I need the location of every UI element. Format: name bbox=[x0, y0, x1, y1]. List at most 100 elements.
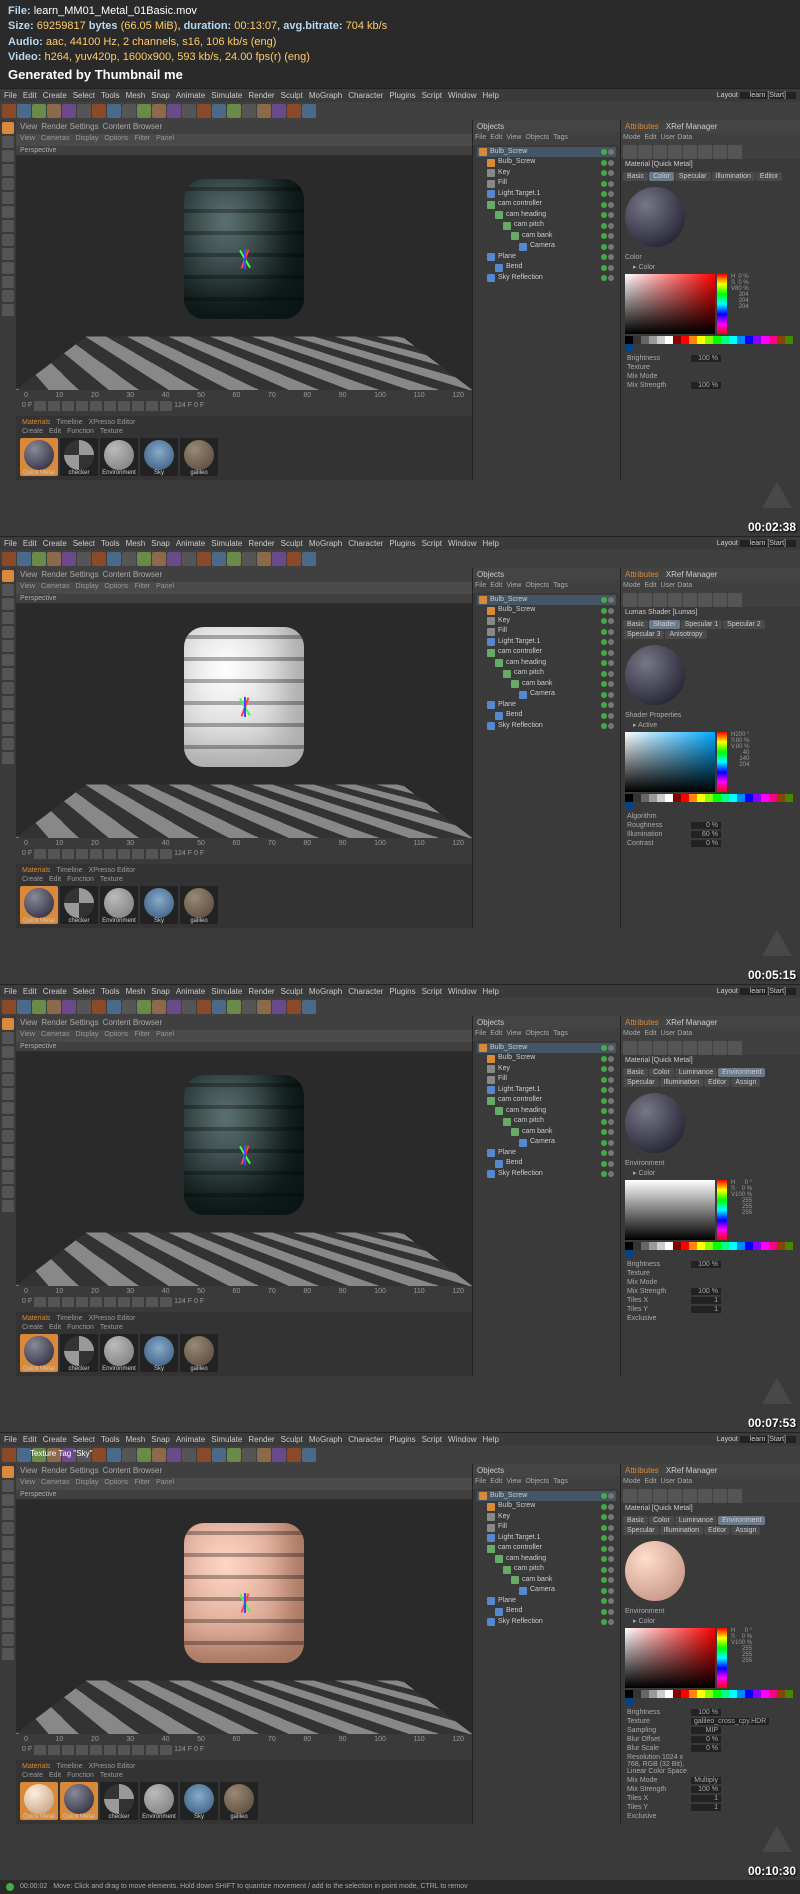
param-mix-strength[interactable]: Mix Strength100 % bbox=[625, 1785, 796, 1794]
left-tool[interactable] bbox=[2, 1522, 14, 1534]
tree-item-bulb_screw[interactable]: Bulb_Screw bbox=[477, 595, 616, 606]
attr-tab-specular[interactable]: Specular bbox=[623, 1078, 659, 1087]
obj-tab-tags[interactable]: Tags bbox=[553, 1478, 568, 1488]
toolbar-button[interactable] bbox=[272, 1000, 286, 1014]
color-swatch[interactable] bbox=[673, 794, 681, 802]
vp-sub-cameras[interactable]: Cameras bbox=[41, 1479, 69, 1489]
attr-tool-button[interactable] bbox=[683, 593, 697, 607]
vp-sub-panel[interactable]: Panel bbox=[156, 583, 174, 593]
viewport-3d[interactable] bbox=[16, 155, 472, 390]
attr-sub-edit[interactable]: Edit bbox=[645, 582, 657, 592]
left-tool[interactable] bbox=[2, 584, 14, 596]
3d-object[interactable] bbox=[184, 1523, 304, 1663]
color-swatch[interactable] bbox=[785, 336, 793, 344]
left-tool[interactable] bbox=[2, 570, 14, 582]
color-swatch[interactable] bbox=[721, 1690, 729, 1698]
attr-tab-editor[interactable]: Editor bbox=[756, 172, 782, 181]
menu-simulate[interactable]: Simulate bbox=[211, 539, 242, 548]
obj-tab-view[interactable]: View bbox=[506, 1030, 521, 1040]
hue-slider[interactable] bbox=[717, 732, 727, 792]
attr-tool-button[interactable] bbox=[683, 145, 697, 159]
mat-menu-edit[interactable]: Edit bbox=[49, 428, 61, 435]
color-swatch[interactable] bbox=[625, 1250, 633, 1258]
menu-sculpt[interactable]: Sculpt bbox=[281, 987, 303, 996]
color-swatch[interactable] bbox=[745, 336, 753, 344]
tree-item-cam-pitch[interactable]: cam pitch bbox=[477, 668, 616, 679]
param-tiles-y[interactable]: Tiles Y1 bbox=[625, 1305, 796, 1314]
toolbar-button[interactable] bbox=[47, 104, 61, 118]
tree-item-sky-reflection[interactable]: Sky Reflection bbox=[477, 1169, 616, 1180]
timeline-control-button[interactable] bbox=[90, 401, 102, 411]
attr-tab-illumination[interactable]: Illumination bbox=[660, 1526, 703, 1535]
tree-item-cam-heading[interactable]: cam heading bbox=[477, 658, 616, 669]
timeline-control-button[interactable] bbox=[160, 1297, 172, 1307]
timeline-control-button[interactable] bbox=[104, 1745, 116, 1755]
toolbar-button[interactable] bbox=[227, 552, 241, 566]
attr-tab-luminance[interactable]: Luminance bbox=[675, 1516, 717, 1525]
vp-sub-panel[interactable]: Panel bbox=[156, 135, 174, 145]
attr-tool-button[interactable] bbox=[728, 593, 742, 607]
attr-sub-mode[interactable]: Mode bbox=[623, 582, 641, 592]
color-swatch[interactable] bbox=[769, 336, 777, 344]
timeline-control-button[interactable] bbox=[118, 1745, 130, 1755]
color-field[interactable] bbox=[625, 274, 715, 334]
left-tool[interactable] bbox=[2, 304, 14, 316]
left-tool[interactable] bbox=[2, 164, 14, 176]
menu-animate[interactable]: Animate bbox=[176, 1435, 205, 1444]
mat-menu-edit[interactable]: Edit bbox=[49, 1772, 61, 1779]
param-tiles-x[interactable]: Tiles X1 bbox=[625, 1296, 796, 1305]
toolbar-button[interactable] bbox=[227, 1448, 241, 1462]
menu-mograph[interactable]: MoGraph bbox=[309, 1435, 342, 1444]
timeline-control-button[interactable] bbox=[76, 1745, 88, 1755]
color-swatch[interactable] bbox=[633, 1690, 641, 1698]
timeline-control-button[interactable] bbox=[90, 1745, 102, 1755]
attr-tool-button[interactable] bbox=[623, 593, 637, 607]
param-brightness[interactable]: Brightness100 % bbox=[625, 1708, 796, 1717]
toolbar-button[interactable] bbox=[182, 104, 196, 118]
attr-tab-specular[interactable]: Specular bbox=[675, 172, 711, 181]
attr-tool-button[interactable] bbox=[728, 1041, 742, 1055]
left-tool[interactable] bbox=[2, 640, 14, 652]
tree-item-bend[interactable]: Bend bbox=[477, 1158, 616, 1169]
color-swatch[interactable] bbox=[769, 794, 777, 802]
toolbar-button[interactable] bbox=[137, 1448, 151, 1462]
toolbar-button[interactable] bbox=[77, 1000, 91, 1014]
toolbar-button[interactable] bbox=[17, 552, 31, 566]
color-swatch[interactable] bbox=[641, 1242, 649, 1250]
menu-file[interactable]: File bbox=[4, 91, 17, 100]
obj-tab-objects[interactable]: Objects bbox=[525, 1030, 549, 1040]
color-swatch[interactable] bbox=[625, 1690, 633, 1698]
left-tool[interactable] bbox=[2, 1634, 14, 1646]
attr-tool-button[interactable] bbox=[713, 1041, 727, 1055]
timeline[interactable]: 0102030405060708090100110120 0 F124 F0 F bbox=[16, 1734, 472, 1760]
tree-item-fill[interactable]: Fill bbox=[477, 1522, 616, 1533]
color-swatch[interactable] bbox=[705, 336, 713, 344]
toolbar-button[interactable] bbox=[242, 552, 256, 566]
color-swatch[interactable] bbox=[729, 794, 737, 802]
color-swatch[interactable] bbox=[633, 1242, 641, 1250]
color-swatch[interactable] bbox=[745, 794, 753, 802]
param-exclusive[interactable]: Exclusive bbox=[625, 1314, 796, 1323]
menu-window[interactable]: Window bbox=[448, 539, 476, 548]
mat-menu-create[interactable]: Create bbox=[22, 1324, 43, 1331]
attr-tool-button[interactable] bbox=[728, 1489, 742, 1503]
menu-create[interactable]: Create bbox=[43, 91, 67, 100]
toolbar-button[interactable] bbox=[182, 1448, 196, 1462]
menu-window[interactable]: Window bbox=[448, 91, 476, 100]
menu-script[interactable]: Script bbox=[422, 539, 442, 548]
param-mix-mode[interactable]: Mix Mode bbox=[625, 372, 796, 381]
toolbar-button[interactable] bbox=[212, 104, 226, 118]
toolbar-button[interactable] bbox=[122, 104, 136, 118]
color-swatch[interactable] bbox=[625, 1242, 633, 1250]
attr-tool-button[interactable] bbox=[698, 593, 712, 607]
menu-sculpt[interactable]: Sculpt bbox=[281, 539, 303, 548]
timeline-control-button[interactable] bbox=[160, 401, 172, 411]
left-tool[interactable] bbox=[2, 598, 14, 610]
color-swatch[interactable] bbox=[737, 1242, 745, 1250]
material-checker[interactable]: checker bbox=[60, 1334, 98, 1372]
tree-item-cam-heading[interactable]: cam heading bbox=[477, 1554, 616, 1565]
material-preview[interactable] bbox=[625, 1541, 685, 1601]
left-tool[interactable] bbox=[2, 1102, 14, 1114]
color-swatch[interactable] bbox=[657, 1242, 665, 1250]
attr-tool-button[interactable] bbox=[713, 593, 727, 607]
